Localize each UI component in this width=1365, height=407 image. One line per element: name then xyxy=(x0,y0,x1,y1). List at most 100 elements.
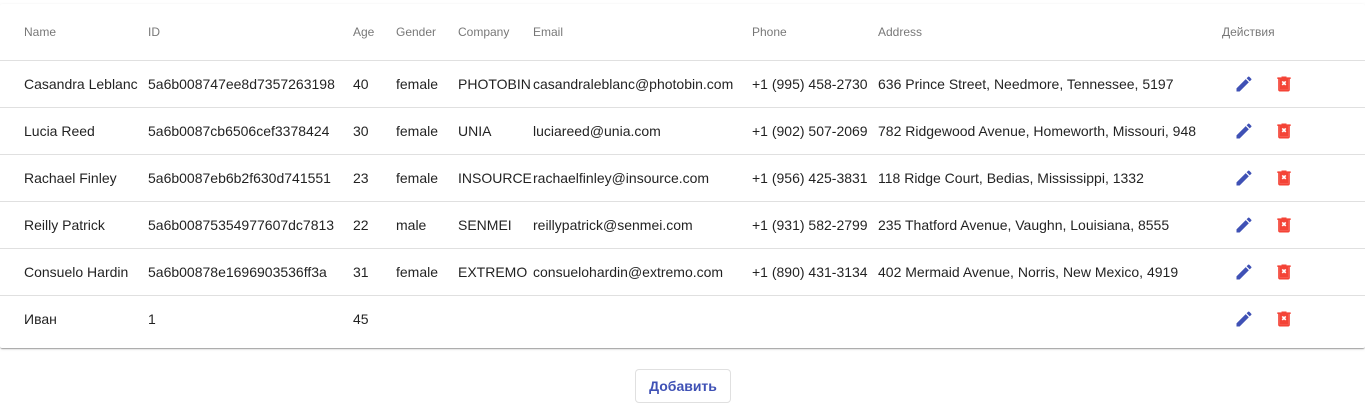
table-row[interactable]: Reilly Patrick 5a6b00875354977607dc7813 22… xyxy=(0,201,1365,248)
trash-icon xyxy=(1277,170,1291,185)
edit-button[interactable] xyxy=(1224,252,1264,292)
row-actions xyxy=(1224,64,1365,104)
cell-phone: +1 (995) 458-2730 xyxy=(752,75,868,92)
cell-phone: +1 (890) 431-3134 xyxy=(752,263,868,280)
cell-name: Consuelo Hardin xyxy=(24,263,129,280)
edit-button[interactable] xyxy=(1224,64,1264,104)
page: Name ID Age Gender Company Email Phone A… xyxy=(0,0,1365,407)
cell-address: 636 Prince Street, Needmore, Tennessee, … xyxy=(878,75,1174,92)
cell-address: 782 Ridgewood Avenue, Homeworth, Missour… xyxy=(878,122,1197,139)
edit-button[interactable] xyxy=(1224,111,1264,151)
cell-actions xyxy=(1222,248,1365,295)
table-row[interactable]: Casandra Leblanc 5a6b008747ee8d7357263198… xyxy=(0,60,1365,107)
trash-icon xyxy=(1277,264,1291,279)
column-header-age[interactable]: Age xyxy=(353,4,396,60)
cell-email: casandraleblanc@photobin.com xyxy=(533,75,734,92)
table-header: Name ID Age Gender Company Email Phone A… xyxy=(0,4,1365,60)
cell-actions xyxy=(1222,107,1365,154)
delete-button[interactable] xyxy=(1264,205,1304,245)
cell-gender xyxy=(396,295,458,342)
delete-button[interactable] xyxy=(1264,158,1304,198)
column-header-company[interactable]: Company xyxy=(458,4,533,60)
table-row[interactable]: Rachael Finley 5a6b0087eb6b2f630d741551 23… xyxy=(0,154,1365,201)
cell-name: Rachael Finley xyxy=(24,169,117,186)
cell-actions xyxy=(1222,201,1365,248)
cell-company: EXTREMO xyxy=(458,263,528,280)
cell-name: Lucia Reed xyxy=(24,122,95,139)
trash-icon xyxy=(1277,311,1291,327)
cell-age: 30 xyxy=(353,122,369,139)
cell-id: 5a6b0087eb6b2f630d741551 xyxy=(148,169,331,186)
table-row[interactable]: Consuelo Hardin 5a6b00878e1696903536ff3a 3… xyxy=(0,248,1365,295)
cell-age: 23 xyxy=(353,169,369,186)
row-actions xyxy=(1224,252,1365,292)
trash-icon xyxy=(1277,217,1291,232)
cell-phone: +1 (902) 507-2069 xyxy=(752,122,868,139)
cell-gender: female xyxy=(396,75,439,92)
column-header-actions: Действия xyxy=(1222,24,1275,39)
column-header-address[interactable]: Address xyxy=(878,4,1222,60)
table-row[interactable]: Иван 1 45 xyxy=(0,295,1365,342)
cell-address xyxy=(878,295,1222,342)
delete-button[interactable] xyxy=(1264,299,1304,339)
add-button[interactable]: Добавить xyxy=(635,369,731,403)
column-header-name[interactable]: Name xyxy=(0,4,148,60)
row-actions xyxy=(1224,111,1365,151)
header-row: Name ID Age Gender Company Email Phone A… xyxy=(0,4,1365,60)
edit-button[interactable] xyxy=(1224,205,1264,245)
cell-company xyxy=(458,295,533,342)
pencil-icon xyxy=(1236,216,1252,232)
edit-button[interactable] xyxy=(1224,158,1264,198)
cell-age: 22 xyxy=(353,216,369,233)
users-table: Name ID Age Gender Company Email Phone A… xyxy=(0,4,1365,342)
cell-email xyxy=(533,295,752,342)
cell-company: INSOURCE xyxy=(458,169,532,186)
cell-gender: female xyxy=(396,122,439,139)
delete-button[interactable] xyxy=(1264,64,1304,104)
cell-email: consuelohardin@extremo.com xyxy=(533,263,724,280)
delete-button[interactable] xyxy=(1264,111,1304,151)
cell-age: 31 xyxy=(353,263,369,280)
cell-email: rachaelfinley@insource.com xyxy=(533,169,710,186)
edit-button[interactable] xyxy=(1224,299,1264,339)
pencil-icon xyxy=(1236,122,1252,138)
pencil-icon xyxy=(1236,75,1252,91)
trash-icon xyxy=(1277,123,1291,138)
table-row[interactable]: Lucia Reed 5a6b0087cb6506cef3378424 30 fema… xyxy=(0,107,1365,154)
cell-address: 402 Mermaid Avenue, Norris, New Mexico, … xyxy=(878,263,1179,280)
cell-company: SENMEI xyxy=(458,216,512,233)
cell-address: 235 Thatford Avenue, Vaughn, Louisiana, … xyxy=(878,216,1170,233)
delete-button[interactable] xyxy=(1264,252,1304,292)
cell-actions xyxy=(1222,60,1365,107)
column-header-gender[interactable]: Gender xyxy=(396,4,458,60)
cell-email: reillypatrick@senmei.com xyxy=(533,216,693,233)
table-body: Casandra Leblanc 5a6b008747ee8d7357263198… xyxy=(0,60,1365,342)
row-actions xyxy=(1224,205,1365,245)
cell-name: Иван xyxy=(24,310,57,327)
cell-gender: male xyxy=(396,216,427,233)
cell-gender: female xyxy=(396,169,439,186)
trash-icon xyxy=(1277,76,1291,91)
cell-phone: +1 (956) 425-3831 xyxy=(752,169,868,186)
users-table-card: Name ID Age Gender Company Email Phone A… xyxy=(0,4,1365,348)
cell-age: 40 xyxy=(353,75,369,92)
cell-address: 118 Ridge Court, Bedias, Mississippi, 13… xyxy=(878,169,1144,186)
cell-name: Reilly Patrick xyxy=(24,216,105,233)
pencil-icon xyxy=(1236,263,1252,279)
pencil-icon xyxy=(1236,311,1252,327)
cell-actions xyxy=(1222,295,1365,342)
cell-email: luciareed@unia.com xyxy=(533,122,661,139)
column-header-phone[interactable]: Phone xyxy=(752,4,878,60)
cell-actions xyxy=(1222,154,1365,201)
row-actions xyxy=(1224,158,1365,198)
column-header-email[interactable]: Email xyxy=(533,4,752,60)
cell-id: 5a6b00878e1696903536ff3a xyxy=(148,263,327,280)
row-actions xyxy=(1224,299,1365,339)
cell-id: 1 xyxy=(148,310,156,327)
cell-phone: +1 (931) 582-2799 xyxy=(752,216,868,233)
cell-id: 5a6b0087cb6506cef3378424 xyxy=(148,122,330,139)
column-header-id[interactable]: ID xyxy=(148,4,353,60)
cell-company: UNIA xyxy=(458,122,492,139)
cell-phone xyxy=(752,295,878,342)
cell-id: 5a6b008747ee8d7357263198 xyxy=(148,75,335,92)
